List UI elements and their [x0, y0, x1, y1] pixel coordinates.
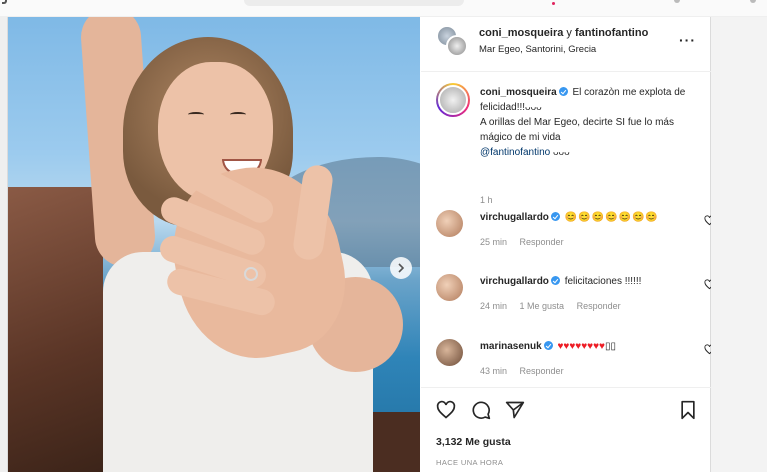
comment-body-tail: ▯▯ [604, 341, 616, 352]
author-link[interactable]: coni_mosqueira [479, 27, 563, 39]
caption-line2: A orillas del Mar Egeo, decirte SI fue l… [480, 117, 674, 143]
nav-icon-fragment[interactable] [674, 0, 680, 3]
post-actions: 3,132 Me gusta HACE UNA HORA [421, 387, 711, 472]
carousel-next-button[interactable] [390, 257, 412, 279]
comment-body: felicitaciones !!!!!! [564, 276, 642, 287]
comment-text: virchugallardo felicitaciones !!!!!! [480, 276, 641, 287]
comment-text: virchugallardo 😊😊😊😊😊😊😊 [480, 212, 659, 223]
comment-icon[interactable] [471, 400, 491, 420]
send-icon[interactable] [505, 400, 525, 420]
post-authors: coni_mosqueira y fantinofantino [479, 27, 648, 39]
comment-body: 😊😊😊😊😊😊😊 [564, 212, 659, 223]
chevron-right-icon [398, 263, 405, 273]
verified-icon [543, 341, 553, 350]
comment-time[interactable]: 24 min [480, 301, 507, 311]
post-location[interactable]: Mar Egeo, Santorini, Grecia [479, 44, 596, 55]
comment-meta: 43 min Responder [480, 366, 574, 376]
comment-text: marinasenuk ♥♥♥♥♥♥♥♥▯▯ [480, 341, 616, 352]
browser-top-strip [0, 0, 767, 16]
verified-icon [550, 212, 560, 221]
comment: virchugallardo felicitaciones !!!!!! 24 … [436, 274, 715, 329]
avatar[interactable] [436, 274, 463, 301]
author-avatars[interactable] [436, 25, 470, 59]
post-sidebar: coni_mosqueira y fantinofantino Mar Egeo… [421, 17, 715, 472]
comment-likes[interactable]: 1 Me gusta [520, 301, 565, 311]
comment-body: ♥♥♥♥♥♥♥♥ [557, 341, 605, 352]
avatar[interactable] [436, 83, 470, 117]
caption-text: coni_mosqueira El corazòn me explota de … [480, 85, 700, 160]
comment-username[interactable]: virchugallardo [480, 212, 549, 223]
author-connector: y [566, 27, 572, 39]
reply-button[interactable]: Responder [520, 366, 564, 376]
comment-time[interactable]: 25 min [480, 237, 507, 247]
comment: virchugallardo 😊😊😊😊😊😊😊 25 min Responder [436, 210, 715, 265]
reply-button[interactable]: Responder [577, 301, 621, 311]
avatar[interactable] [436, 210, 463, 237]
instagram-logo-fragment [2, 0, 7, 4]
instagram-post: coni_mosqueira y fantinofantino Mar Egeo… [7, 17, 715, 472]
avatar[interactable] [436, 339, 463, 366]
comment-time[interactable]: 43 min [480, 366, 507, 376]
ring [244, 267, 258, 281]
comment-meta: 24 min 1 Me gusta Responder [480, 301, 631, 311]
mention-link[interactable]: @fantinofantino [480, 147, 550, 158]
verified-icon [550, 276, 560, 285]
post-timestamp[interactable]: HACE UNA HORA [436, 458, 503, 467]
comment-username[interactable]: virchugallardo [480, 276, 549, 287]
comment-username[interactable]: marinasenuk [480, 341, 542, 352]
more-horizontal-icon[interactable]: ··· [679, 32, 696, 48]
caption-username[interactable]: coni_mosqueira [480, 87, 557, 98]
bookmark-icon[interactable] [678, 400, 698, 420]
post-photo[interactable] [8, 17, 420, 472]
likes-count[interactable]: 3,132 Me gusta [436, 436, 511, 448]
notification-dot [552, 2, 555, 5]
verified-icon [558, 87, 568, 96]
reply-button[interactable]: Responder [520, 237, 564, 247]
avatar[interactable] [446, 35, 468, 57]
nav-icon-fragment[interactable] [750, 0, 756, 3]
caption-time[interactable]: 1 h [480, 195, 493, 205]
caption-emoji: ᴗᴗᴗ [552, 147, 570, 158]
post-header: coni_mosqueira y fantinofantino Mar Egeo… [421, 17, 711, 72]
page-background [711, 17, 767, 472]
comment-meta: 25 min Responder [480, 237, 574, 247]
comment: marinasenuk ♥♥♥♥♥♥♥♥▯▯ 43 min Responder [436, 339, 715, 394]
author-link[interactable]: fantinofantino [575, 27, 648, 39]
search-bar-fragment[interactable] [244, 0, 464, 6]
heart-icon[interactable] [436, 400, 456, 420]
